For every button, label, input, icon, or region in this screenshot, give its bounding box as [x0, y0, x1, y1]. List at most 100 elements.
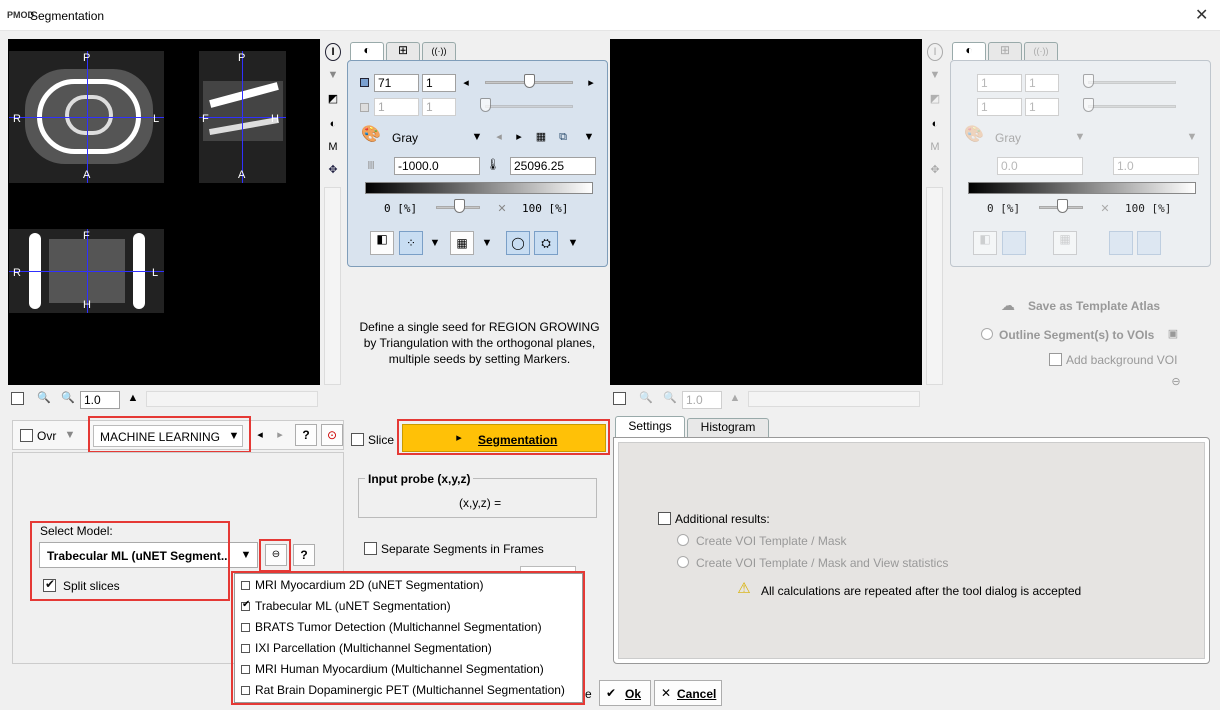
max-value-input[interactable]: 25096.25: [510, 157, 596, 175]
voi-statistics-radio[interactable]: [677, 556, 689, 568]
slice-slider[interactable]: [1088, 81, 1176, 84]
info-icon[interactable]: I: [927, 43, 943, 61]
reset-icon[interactable]: ✕: [1099, 201, 1111, 217]
vertical-scrollbar[interactable]: [324, 187, 341, 385]
zoom-input[interactable]: 1.0: [682, 391, 722, 409]
zoom-in-icon[interactable]: 🔍: [36, 390, 52, 406]
contrast-icon[interactable]: ◐: [927, 116, 943, 132]
tab-settings[interactable]: Settings: [615, 416, 685, 437]
tab-fusion[interactable]: ((·)): [422, 42, 456, 60]
model-help-button[interactable]: ?: [293, 544, 315, 566]
horizontal-scrollbar[interactable]: [748, 391, 920, 407]
play-icon[interactable]: ▸: [514, 129, 524, 145]
left-arrow-icon[interactable]: ◂: [255, 427, 265, 443]
chevron-down-icon[interactable]: ▼: [428, 235, 442, 251]
add-background-checkbox[interactable]: [1049, 353, 1062, 366]
coronal-view[interactable]: F H R L: [9, 229, 164, 313]
tab-histogram[interactable]: Histogram: [687, 418, 769, 437]
left-image-viewer[interactable]: P A R L P A F H F H R L: [8, 39, 320, 385]
outline-radio[interactable]: [981, 328, 993, 340]
tab-layout[interactable]: ⊞: [988, 42, 1022, 60]
sagittal-view[interactable]: P A F H: [199, 51, 286, 183]
viewer-checkbox[interactable]: [613, 392, 626, 405]
crosshair-icon[interactable]: ✥: [325, 162, 341, 178]
save-icon[interactable]: ▣: [1166, 326, 1180, 342]
frame-step-input[interactable]: 1: [1025, 98, 1059, 116]
frame-step-input[interactable]: 1: [422, 98, 456, 116]
frame-icon[interactable]: ◩: [927, 91, 943, 107]
circle-button[interactable]: [1109, 231, 1133, 255]
pattern-button[interactable]: [1002, 231, 1026, 255]
slider-knob[interactable]: [1057, 199, 1068, 213]
max-value-input[interactable]: 1.0: [1113, 157, 1199, 175]
slider-knob[interactable]: [524, 74, 535, 88]
colormap-dropdown-icon[interactable]: ▼: [470, 129, 484, 145]
frame-slider[interactable]: [485, 105, 573, 108]
zoom-input[interactable]: 1.0: [80, 391, 120, 409]
chevron-down-icon[interactable]: ▼: [63, 427, 77, 443]
tab-contrast[interactable]: ◐: [952, 42, 986, 60]
contrast-icon[interactable]: ◐: [325, 116, 341, 132]
frame-input[interactable]: 1: [977, 98, 1022, 116]
transverse-view[interactable]: P A R L: [9, 51, 164, 183]
tab-fusion[interactable]: ((·)): [1024, 42, 1058, 60]
tool-button[interactable]: ⛭: [534, 231, 558, 255]
slice-input[interactable]: 71: [374, 74, 419, 92]
additional-results-checkbox[interactable]: [658, 512, 671, 525]
voi-template-radio[interactable]: [677, 534, 689, 546]
tab-layout[interactable]: ⊞: [386, 42, 420, 60]
min-value-input[interactable]: 0.0: [997, 157, 1083, 175]
slider-knob[interactable]: [1083, 74, 1094, 88]
thermometer-icon[interactable]: 🌡: [486, 157, 500, 173]
separate-segments-checkbox[interactable]: [364, 542, 377, 555]
crosshair-icon[interactable]: ✥: [927, 162, 943, 178]
slice-input[interactable]: 1: [977, 74, 1022, 92]
invert-button[interactable]: ◧: [370, 231, 394, 255]
ok-button[interactable]: ✔ Ok: [599, 680, 651, 706]
palette-icon[interactable]: 🎨: [963, 127, 985, 143]
palette-icon[interactable]: 🎨: [360, 127, 382, 143]
pattern-button[interactable]: ⁘: [399, 231, 423, 255]
chevron-down-icon[interactable]: ▼: [582, 129, 596, 145]
right-arrow-icon[interactable]: ▸: [585, 75, 597, 91]
circle-button[interactable]: ◯: [506, 231, 530, 255]
grid-button[interactable]: ▦: [1053, 231, 1077, 255]
slider-knob[interactable]: [1083, 98, 1094, 112]
tool-button[interactable]: [1137, 231, 1161, 255]
reset-icon[interactable]: ✕: [496, 201, 508, 217]
right-image-viewer[interactable]: [610, 39, 922, 385]
method-help-button[interactable]: ?: [295, 424, 317, 446]
chevron-down-icon[interactable]: ▼: [566, 235, 580, 251]
zoom-out-icon[interactable]: 🔍: [662, 390, 678, 406]
triangle-up-icon[interactable]: ▲: [728, 390, 742, 406]
colorbar[interactable]: [968, 182, 1196, 194]
minus-icon[interactable]: ⊖: [1169, 374, 1183, 390]
slice-step-input[interactable]: 1: [422, 74, 456, 92]
seed-button[interactable]: ⊙: [321, 424, 343, 446]
save-atlas-button[interactable]: Save as Template Atlas: [1028, 299, 1160, 313]
right-arrow-icon[interactable]: ▸: [275, 427, 285, 443]
chevron-down-icon[interactable]: ▼: [1185, 129, 1199, 145]
zoom-in-icon[interactable]: 🔍: [638, 390, 654, 406]
triangle-up-icon[interactable]: ▲: [126, 390, 140, 406]
horizontal-scrollbar[interactable]: [146, 391, 318, 407]
cancel-button[interactable]: ✕ Cancel: [654, 680, 722, 706]
frame-input[interactable]: 1: [374, 98, 419, 116]
frame-icon[interactable]: ◩: [325, 91, 341, 107]
slider-knob[interactable]: [480, 98, 491, 112]
overlay-checkbox[interactable]: [20, 429, 33, 442]
colormap-label[interactable]: Gray: [392, 131, 418, 145]
checker-icon[interactable]: ▦: [534, 129, 548, 145]
close-icon[interactable]: ✕: [1195, 5, 1208, 25]
slice-step-input[interactable]: 1: [1025, 74, 1059, 92]
left-arrow-icon[interactable]: ◂: [460, 75, 472, 91]
marker-icon[interactable]: M: [927, 139, 943, 155]
vertical-scrollbar[interactable]: [926, 187, 943, 385]
slice-checkbox[interactable]: [351, 433, 364, 446]
invert-button[interactable]: ◧: [973, 231, 997, 255]
min-value-input[interactable]: -1000.0: [394, 157, 480, 175]
window-icon[interactable]: ⧉: [556, 129, 570, 145]
grid-button[interactable]: ▦: [450, 231, 474, 255]
colorbar[interactable]: [365, 182, 593, 194]
viewer-checkbox[interactable]: [11, 392, 24, 405]
